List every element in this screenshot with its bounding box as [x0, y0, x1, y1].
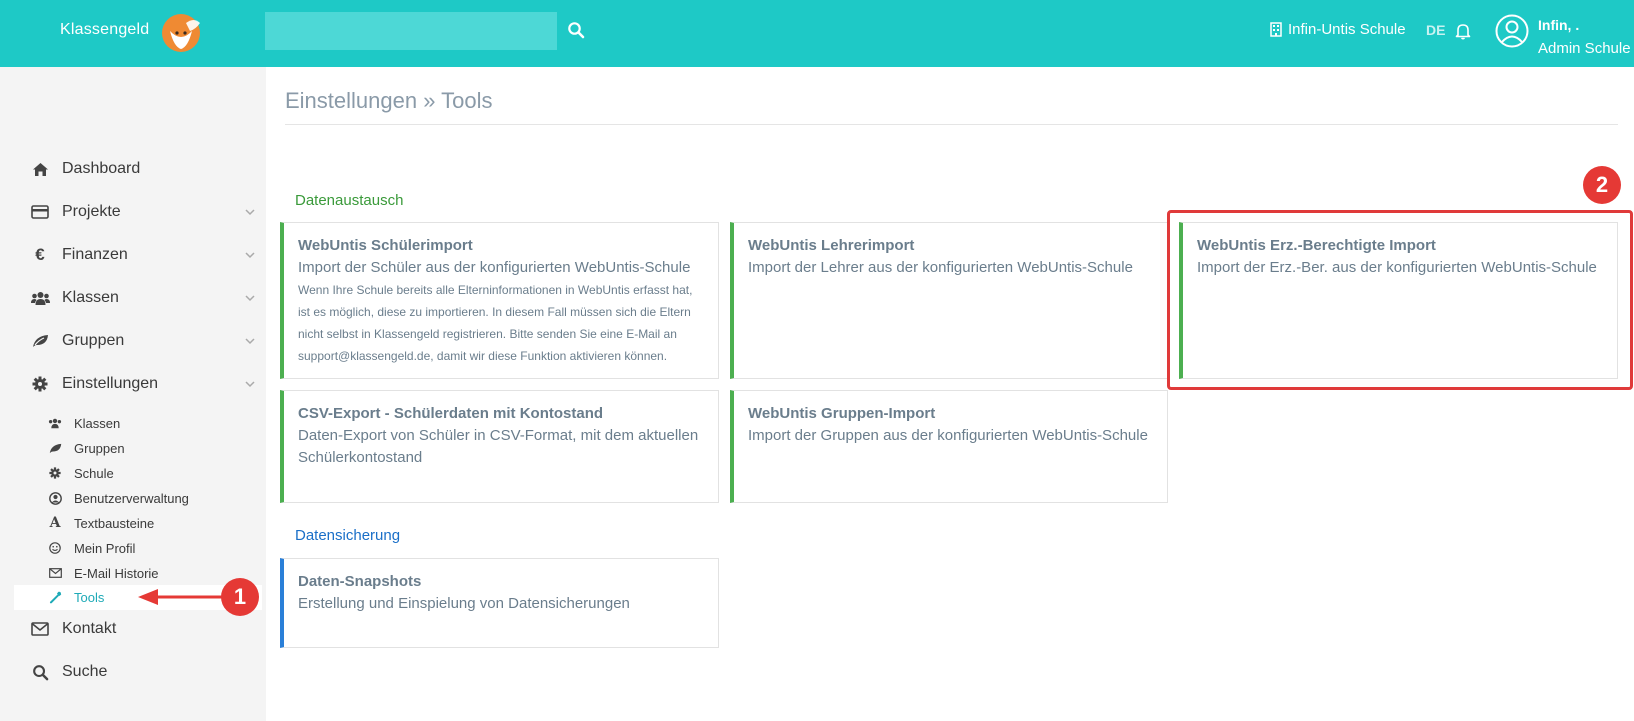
- sidebar-item-label: Kontakt: [62, 620, 117, 637]
- card-webuntis-gruppen-import[interactable]: WebUntis Gruppen-Import Import der Grupp…: [730, 390, 1168, 503]
- brand-name[interactable]: Klassengeld: [60, 21, 149, 39]
- card-description: Daten-Export von Schüler in CSV-Format, …: [298, 427, 699, 466]
- sidebar-item-label: Einstellungen: [62, 375, 159, 392]
- search-input[interactable]: [265, 12, 557, 50]
- card-title: WebUntis Gruppen-Import: [748, 405, 936, 422]
- chevron-down-icon[interactable]: [244, 378, 256, 390]
- search-icon[interactable]: [567, 21, 585, 39]
- card-description: Import der Lehrer aus der konfigurierten…: [748, 259, 1133, 276]
- sidebar-item-dashboard[interactable]: Dashboard: [30, 154, 260, 184]
- step-badge-1: 1: [221, 578, 259, 616]
- sidebar-item-klassen[interactable]: Klassen: [30, 283, 260, 313]
- euro-icon: €: [35, 245, 45, 264]
- arrow-left-icon: [138, 589, 222, 605]
- language-selector[interactable]: DE: [1426, 22, 1445, 38]
- sidebar-subitem-benutzerverwaltung[interactable]: Benutzerverwaltung: [48, 487, 258, 509]
- school-name: Infin-Untis Schule: [1288, 21, 1406, 38]
- users-icon: [30, 288, 50, 308]
- card-title: Daten-Snapshots: [298, 573, 422, 590]
- highlight-box: [1167, 210, 1633, 390]
- font-icon: A: [49, 515, 61, 531]
- fox-logo-icon[interactable]: [156, 9, 206, 53]
- school-selector[interactable]: Infin-Untis Schule: [1270, 21, 1406, 38]
- sidebar-subitem-gruppen[interactable]: Gruppen: [48, 437, 258, 459]
- card-csv-export[interactable]: CSV-Export - Schülerdaten mit Kontostand…: [280, 390, 719, 503]
- credit-card-icon: [30, 202, 50, 222]
- sidebar-item-label: Gruppen: [62, 332, 125, 349]
- sidebar-item-finanzen[interactable]: € Finanzen: [30, 240, 260, 270]
- home-icon: [30, 159, 50, 179]
- sidebar-item-label: Klassen: [62, 289, 119, 306]
- card-daten-snapshots[interactable]: Daten-Snapshots Erstellung und Einspielu…: [280, 558, 719, 648]
- sidebar-subitem-mein-profil[interactable]: Mein Profil: [48, 537, 258, 559]
- user-role: Admin Schule: [1538, 40, 1631, 57]
- sidebar-subitem-email-historie[interactable]: E-Mail Historie: [48, 562, 258, 584]
- sidebar-subitem-label: Benutzerverwaltung: [74, 490, 189, 506]
- sidebar-subitem-label: Schule: [74, 465, 114, 481]
- leaf-icon: [48, 441, 62, 455]
- user-name: Infin, .: [1538, 17, 1580, 33]
- sidebar-item-projekte[interactable]: Projekte: [30, 197, 260, 227]
- sidebar-item-kontakt[interactable]: Kontakt: [30, 614, 260, 644]
- envelope-icon: [48, 566, 62, 580]
- section-label-datensicherung: Datensicherung: [295, 527, 401, 544]
- sidebar-subitem-label: Gruppen: [74, 440, 125, 456]
- card-title: CSV-Export - Schülerdaten mit Kontostand: [298, 405, 604, 422]
- user-menu[interactable]: Infin, . Admin Schule: [1538, 14, 1631, 60]
- building-icon: [1270, 22, 1282, 37]
- step-badge-2: 2: [1583, 166, 1621, 204]
- sidebar-item-gruppen[interactable]: Gruppen: [30, 326, 260, 356]
- chevron-down-icon[interactable]: [244, 292, 256, 304]
- card-description: Erstellung und Einspielung von Datensich…: [298, 595, 630, 612]
- card-note: Wenn Ihre Schule bereits alle Elterninfo…: [298, 283, 693, 363]
- sidebar-item-suche[interactable]: Suche: [30, 657, 260, 687]
- search-icon: [30, 662, 50, 682]
- sidebar-item-label: Dashboard: [62, 160, 141, 177]
- card-webuntis-schuelerimport[interactable]: WebUntis Schülerimport Import der Schüle…: [280, 222, 719, 379]
- card-title: WebUntis Lehrerimport: [748, 237, 915, 254]
- bell-icon[interactable]: [1455, 22, 1471, 40]
- sidebar-subitem-label: Klassen: [74, 415, 121, 431]
- sidebar-subitem-klassen[interactable]: Klassen: [48, 412, 258, 434]
- sidebar-subitem-textbausteine[interactable]: A Textbausteine: [48, 512, 258, 534]
- page-title: Einstellungen » Tools: [285, 88, 493, 113]
- sidebar-subitem-label: Mein Profil: [74, 540, 136, 556]
- sidebar-item-einstellungen[interactable]: Einstellungen: [30, 369, 260, 399]
- sidebar-subitem-label: Tools: [74, 589, 105, 605]
- gear-icon: [30, 374, 50, 394]
- card-description: Import der Gruppen aus der konfigurierte…: [748, 427, 1148, 444]
- card-title: WebUntis Schülerimport: [298, 237, 473, 254]
- user-circle-icon: [48, 491, 62, 505]
- envelope-icon: [30, 619, 50, 639]
- chevron-down-icon[interactable]: [244, 335, 256, 347]
- section-label-datenaustausch: Datenaustausch: [295, 192, 404, 209]
- top-bar: Klassengeld Infin-Untis Schule DE Infin,…: [0, 0, 1634, 67]
- card-webuntis-lehrerimport[interactable]: WebUntis Lehrerimport Import der Lehrer …: [730, 222, 1168, 379]
- sidebar-item-label: Finanzen: [62, 246, 128, 263]
- sidebar-subitem-label: Textbausteine: [74, 515, 155, 531]
- smile-icon: [48, 541, 62, 555]
- title-divider: [285, 124, 1618, 125]
- sidebar-item-label: Projekte: [62, 203, 121, 220]
- users-icon: [48, 416, 62, 430]
- leaf-icon: [30, 331, 50, 351]
- chevron-down-icon[interactable]: [244, 249, 256, 261]
- user-avatar-icon[interactable]: [1495, 14, 1529, 48]
- chevron-down-icon[interactable]: [244, 206, 256, 218]
- sidebar-item-label: Suche: [62, 663, 108, 680]
- wrench-icon: [48, 590, 62, 604]
- gear-icon: [48, 466, 62, 480]
- sidebar-subitem-label: E-Mail Historie: [74, 565, 159, 581]
- card-description: Import der Schüler aus der konfigurierte…: [298, 259, 691, 276]
- sidebar-subitem-schule[interactable]: Schule: [48, 462, 258, 484]
